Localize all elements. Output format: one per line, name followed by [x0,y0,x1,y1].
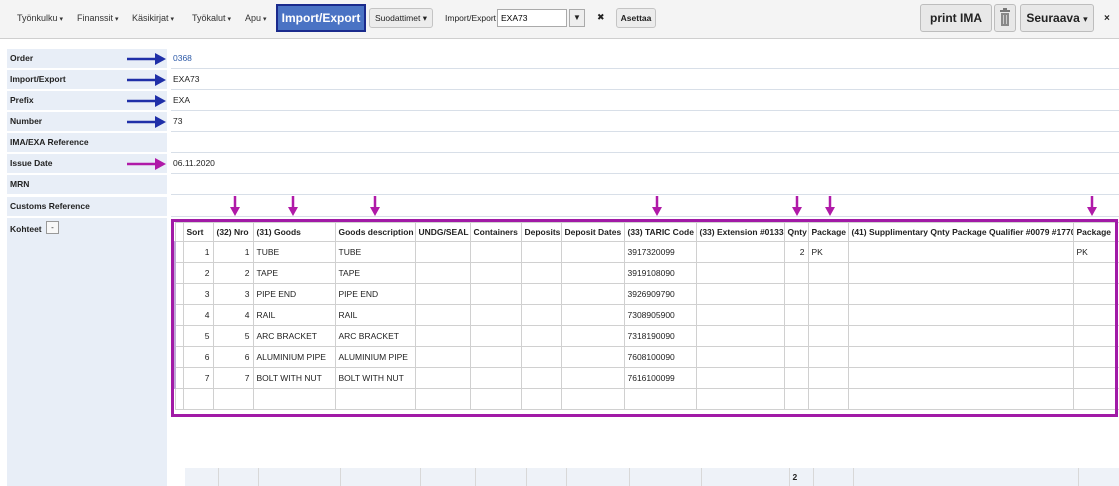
caret-down-icon: ▾ [115,16,119,23]
delete-button[interactable] [994,4,1016,32]
arrow-down-icon [288,196,298,216]
arrow-right-icon [127,95,166,107]
arrow-down-icon [1087,196,1097,216]
ima-reference-label: IMA/EXA Reference [7,133,167,152]
set-button[interactable]: Asettaa [616,8,656,28]
issue-date-value[interactable]: 06.11.2020 [171,153,1119,174]
menu-label: Käsikirjat [132,13,169,23]
form-row-mrn: MRN [0,174,1119,195]
prefix-value[interactable]: EXA [171,90,1119,111]
caret-down-icon: ▾ [422,13,428,23]
close-icon[interactable]: × [1104,13,1110,24]
menu-label: Työkalut [192,13,226,23]
menu-label: Työnkulku [17,13,58,23]
toolbar: Työnkulku ▾ Finanssit ▾ Käsikirjat ▾ Työkal… [0,0,1119,39]
trash-icon [1000,8,1010,26]
form-row-customs-reference: Customs Reference [0,196,1119,217]
arrow-down-icon [792,196,802,216]
order-value[interactable]: 0368 [171,48,1119,69]
arrow-down-icon [825,196,835,216]
menu-tyokalut[interactable]: Työkalut ▾ [192,13,231,23]
form-row-import-export: Import/Export EXA73 [0,69,1119,90]
filter-value-input[interactable] [497,9,567,27]
mrn-value[interactable] [171,174,1119,195]
filter-field-label: Import/Export [445,13,497,23]
caret-down-icon: ▾ [170,16,175,23]
clear-filter-icon[interactable]: ✖ [597,12,605,23]
customs-reference-label: Customs Reference [7,197,167,216]
caret-down-icon: ▾ [263,16,267,23]
arrow-right-icon [127,116,166,128]
caret-down-icon: ▾ [227,16,232,23]
filter-dropdown-icon[interactable]: ▼ [569,9,585,27]
items-side-panel [7,218,167,486]
menu-label: Finanssit [77,13,114,23]
items-collapse-button[interactable]: - [46,221,59,234]
filters-button[interactable]: Suodattimet ▾ [369,8,433,28]
form-row-issue-date: Issue Date 06.11.2020 [0,153,1119,174]
menu-finanssit[interactable]: Finanssit ▾ [77,13,119,23]
items-table-footer: 2 [185,468,1119,486]
total-qnty: 2 [789,468,814,486]
caret-down-icon: ▾ [59,16,64,23]
next-button[interactable]: Seuraava ▾ [1020,4,1094,32]
table-total-row: 2 [185,468,1119,486]
arrow-down-icon [230,196,240,216]
items-table-highlight [171,219,1118,417]
ima-reference-value[interactable] [171,132,1119,153]
items-label: Kohteet [10,224,42,234]
form-row-number: Number 73 [0,111,1119,132]
arrow-down-icon [652,196,662,216]
caret-down-icon: ▾ [1083,14,1088,24]
print-ima-button[interactable]: print IMA [920,4,992,32]
menu-kasikirjat[interactable]: Käsikirjat ▾ [132,13,174,23]
customs-reference-value[interactable] [171,196,1119,217]
arrow-right-icon [127,53,166,65]
arrow-down-icon [370,196,380,216]
form-row-prefix: Prefix EXA [0,90,1119,111]
number-value[interactable]: 73 [171,111,1119,132]
import-export-button[interactable]: Import/Export [276,4,366,32]
form-row-order: Order 0368 [0,48,1119,69]
import-export-value[interactable]: EXA73 [171,69,1119,90]
form-row-ima-reference: IMA/EXA Reference [0,132,1119,153]
filters-label: Suodattimet [374,13,421,23]
menu-label: Apu [245,13,262,23]
arrow-right-icon [127,158,166,170]
mrn-label: MRN [7,175,167,194]
menu-apu[interactable]: Apu ▾ [245,13,267,23]
next-label: Seuraava [1026,11,1080,25]
menu-tyonkulku[interactable]: Työnkulku ▾ [17,13,63,23]
arrow-right-icon [127,74,166,86]
